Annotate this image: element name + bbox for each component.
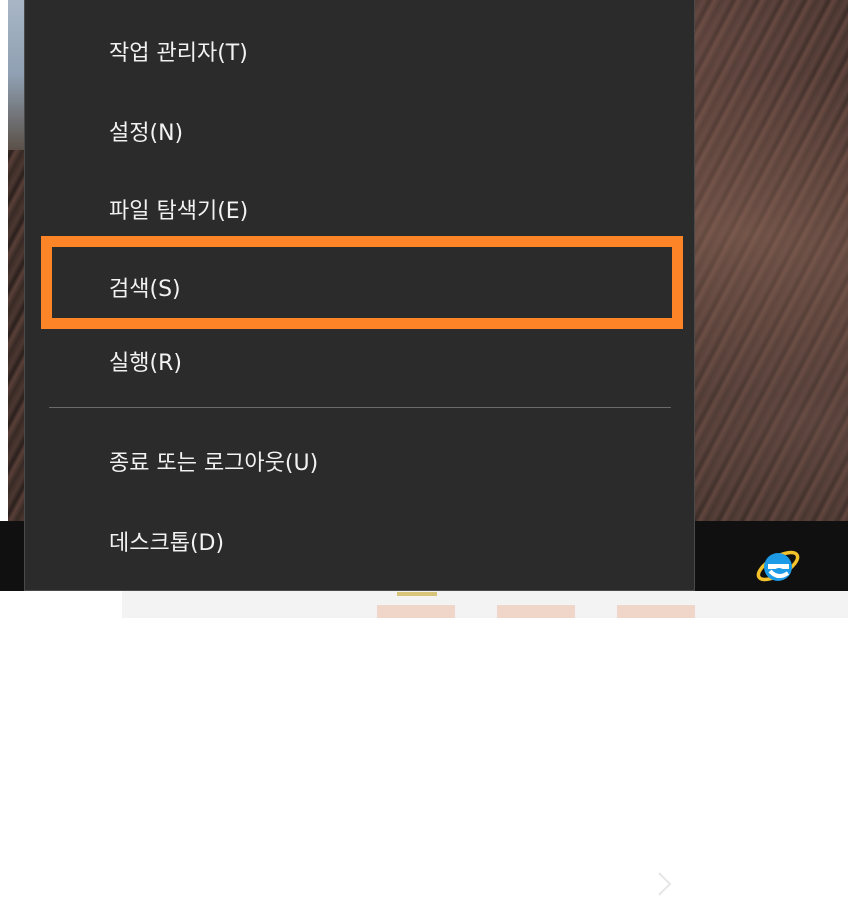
menu-separator <box>49 407 671 408</box>
chevron-right-icon <box>658 872 672 896</box>
internet-explorer-icon[interactable] <box>753 540 803 590</box>
menu-item-label: 실행(R) <box>109 351 182 376</box>
menu-item-label: 작업 관리자(T) <box>109 41 248 66</box>
menu-item-run[interactable]: 실행(R) <box>25 324 694 398</box>
taskbar-thumbnail[interactable] <box>617 605 695 618</box>
taskbar-thumbnail[interactable] <box>497 605 575 618</box>
menu-item-label: 설정(N) <box>109 121 184 146</box>
menu-item-file-explorer[interactable]: 파일 탐색기(E) <box>25 172 694 246</box>
menu-item-label: 데스크톱(D) <box>109 531 225 556</box>
taskbar-accent <box>397 592 437 596</box>
taskbar-thumbnail[interactable] <box>377 605 455 618</box>
taskbar-thumbnail-strip <box>122 591 848 618</box>
highlight-annotation-box <box>41 236 683 329</box>
menu-item-label: 종료 또는 로그아웃(U) <box>109 451 319 476</box>
menu-item-desktop[interactable]: 데스크톱(D) <box>25 504 694 578</box>
menu-item-shutdown-signout[interactable]: 종료 또는 로그아웃(U) <box>25 424 694 896</box>
menu-item-task-manager[interactable]: 작업 관리자(T) <box>25 14 694 88</box>
menu-item-settings[interactable]: 설정(N) <box>25 94 694 168</box>
menu-item-label: 파일 탐색기(E) <box>109 199 249 224</box>
